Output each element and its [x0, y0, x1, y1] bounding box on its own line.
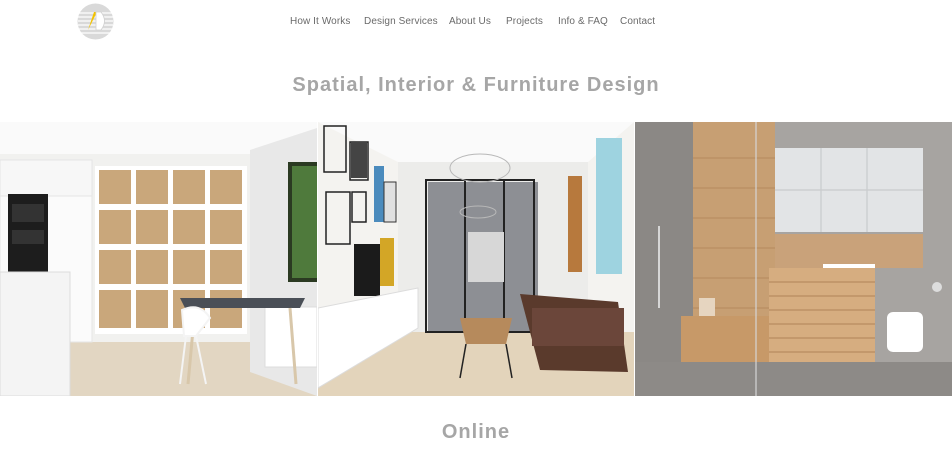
gallery-panel-bathroom[interactable]: [635, 122, 952, 396]
nav-design-services[interactable]: Design Services: [364, 15, 438, 29]
gallery-panel-living[interactable]: [318, 122, 634, 396]
main-nav: How It Works Design Services About Us Pr…: [0, 15, 952, 31]
nav-contact[interactable]: Contact: [620, 15, 655, 29]
nav-projects[interactable]: Projects: [506, 15, 543, 29]
nav-info-faq[interactable]: Info & FAQ: [558, 15, 608, 29]
bathroom-render-image: [635, 122, 952, 396]
gallery: [0, 122, 952, 396]
kitchen-dining-render-image: [0, 122, 317, 396]
section-title: Online: [441, 421, 511, 443]
living-room-render-image: [318, 122, 634, 396]
hero-title: Spatial, Interior & Furniture Design: [292, 74, 660, 96]
gallery-panel-kitchen[interactable]: [0, 122, 317, 396]
nav-how-it-works[interactable]: How It Works: [290, 15, 350, 29]
nav-about-us[interactable]: About Us: [449, 15, 491, 29]
